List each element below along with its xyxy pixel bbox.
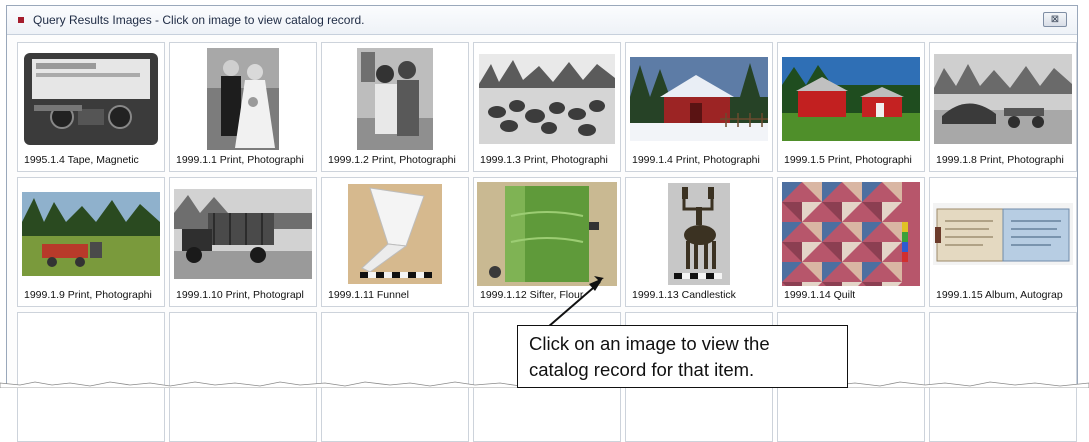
image-tile[interactable]: 1999.1.10 Print, Photograpl [169, 177, 317, 307]
image-tile[interactable]: 1999.1.3 Print, Photographi [473, 42, 621, 172]
candlestick-icon[interactable] [626, 183, 772, 285]
tile-caption: 1999.1.11 Funnel [328, 289, 409, 301]
quilt-icon[interactable] [778, 182, 924, 286]
tile-caption: 1999.1.4 Print, Photographi [632, 154, 760, 166]
cassette-tape-icon[interactable] [18, 48, 164, 150]
field-photo-icon[interactable] [18, 183, 164, 285]
callout-line-2: catalog record for that item. [529, 359, 755, 380]
image-tile[interactable]: 1999.1.14 Quilt [777, 177, 925, 307]
tile-caption [328, 424, 468, 438]
tile-caption: 1999.1.5 Print, Photographi [784, 154, 912, 166]
image-tile[interactable]: 1999.1.4 Print, Photographi [625, 42, 773, 172]
tile-caption: 1999.1.15 Album, Autograp [936, 289, 1063, 301]
callout-line-1: Click on an image to view the [529, 333, 770, 354]
form-icon [18, 17, 24, 23]
instruction-callout: Click on an image to view the catalog re… [517, 325, 848, 388]
tile-caption: 1995.1.4 Tape, Magnetic [24, 154, 139, 166]
image-tile[interactable]: 1999.1.1 Print, Photographi [169, 42, 317, 172]
image-tile[interactable]: 1999.1.13 Candlestick [625, 177, 773, 307]
image-tile[interactable]: 1999.1.12 Sifter, Flour [473, 177, 621, 307]
tile-caption: 1999.1.1 Print, Photographi [176, 154, 304, 166]
tile-caption [936, 424, 1076, 438]
haying-photo-icon[interactable] [930, 48, 1076, 150]
couple-photo-icon[interactable] [322, 48, 468, 150]
image-tile[interactable]: 1999.1.9 Print, Photographi [17, 177, 165, 307]
autograph-album-icon[interactable] [930, 183, 1076, 285]
tile-caption [480, 424, 620, 438]
tile-caption [632, 424, 772, 438]
tile-caption: 1999.1.8 Print, Photographi [936, 154, 1064, 166]
red-barn-summer-icon[interactable] [778, 48, 924, 150]
tile-caption [24, 424, 164, 438]
image-tile[interactable]: 1999.1.5 Print, Photographi [777, 42, 925, 172]
tile-caption: 1999.1.14 Quilt [784, 289, 856, 301]
image-tile[interactable]: 1995.1.4 Tape, Magnetic [17, 42, 165, 172]
truck-photo-icon[interactable] [170, 183, 316, 285]
tile-caption: 1999.1.13 Candlestick [632, 289, 736, 301]
image-tile[interactable]: 1999.1.11 Funnel [321, 177, 469, 307]
tile-caption: 1999.1.10 Print, Photograpl [176, 289, 304, 301]
empty-tile [929, 312, 1077, 442]
red-barn-snow-icon[interactable] [626, 48, 772, 150]
tile-caption [784, 424, 924, 438]
flour-sifter-icon[interactable] [474, 182, 620, 286]
image-tile[interactable]: 1999.1.15 Album, Autograp [929, 177, 1077, 307]
empty-tile [169, 312, 317, 442]
empty-tile [17, 312, 165, 442]
image-tile[interactable]: 1999.1.2 Print, Photographi [321, 42, 469, 172]
turkeys-photo-icon[interactable] [474, 48, 620, 150]
empty-tile [321, 312, 469, 442]
funnel-icon[interactable] [322, 183, 468, 285]
window-title: Query Results Images - Click on image to… [33, 13, 365, 27]
window-titlebar: Query Results Images - Click on image to… [7, 6, 1077, 35]
tile-caption [176, 424, 316, 438]
image-tile[interactable]: 1999.1.8 Print, Photographi [929, 42, 1077, 172]
close-button[interactable]: ⊠ [1043, 12, 1067, 27]
tile-caption: 1999.1.3 Print, Photographi [480, 154, 608, 166]
tile-caption: 1999.1.2 Print, Photographi [328, 154, 456, 166]
tile-caption: 1999.1.12 Sifter, Flour [480, 289, 584, 301]
wedding-photo-icon[interactable] [170, 48, 316, 150]
tile-caption: 1999.1.9 Print, Photographi [24, 289, 152, 301]
